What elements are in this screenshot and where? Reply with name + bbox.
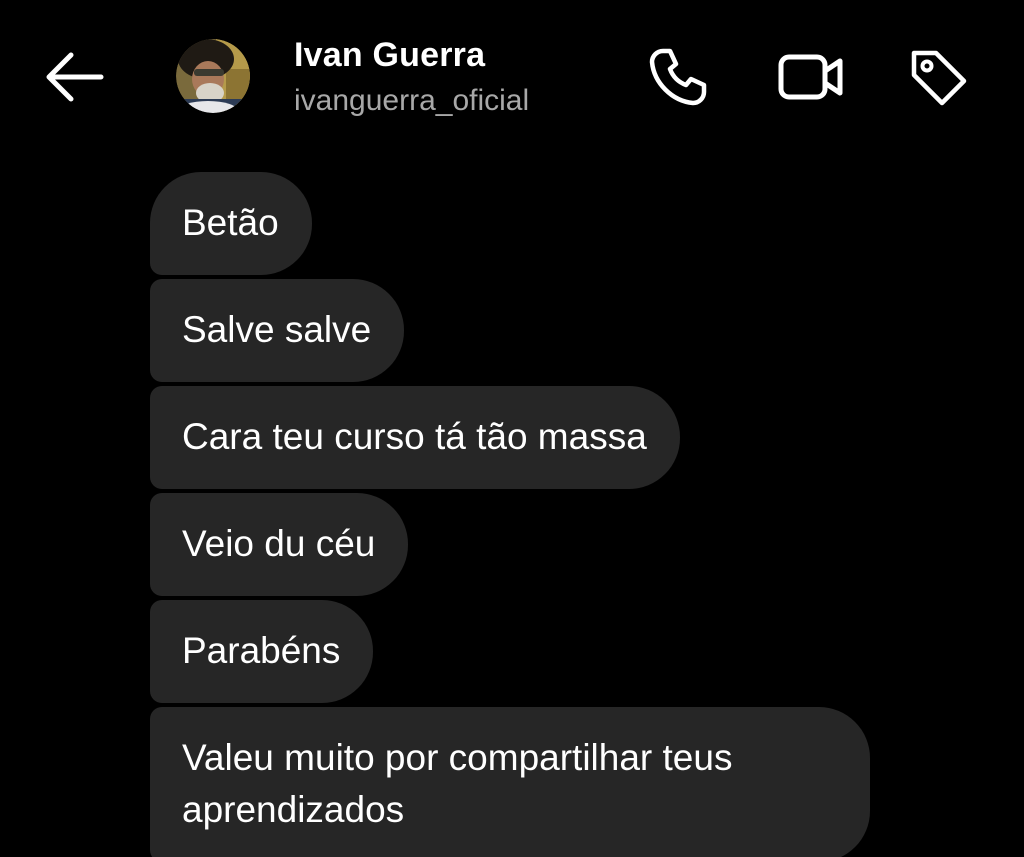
message-bubble[interactable]: Cara teu curso tá tão massa xyxy=(150,386,680,489)
message-bubble[interactable]: Betão xyxy=(150,172,312,275)
avatar[interactable] xyxy=(176,39,250,113)
message-bubble[interactable]: Parabéns xyxy=(150,600,374,703)
chat-screen: Ivan Guerra ivanguerra_oficial Betão Sal… xyxy=(0,0,1024,857)
tag-button[interactable] xyxy=(901,40,975,114)
tag-icon xyxy=(911,50,967,106)
arrow-left-icon xyxy=(46,52,104,102)
avatar-image xyxy=(176,39,250,113)
video-camera-icon xyxy=(778,54,843,100)
message-bubble[interactable]: Salve salve xyxy=(150,279,405,382)
message-bubble[interactable]: Veio du céu xyxy=(150,493,409,596)
audio-call-button[interactable] xyxy=(641,40,715,114)
contact-username[interactable]: ivanguerra_oficial xyxy=(294,84,529,118)
back-button[interactable] xyxy=(38,45,110,109)
video-call-button[interactable] xyxy=(774,40,848,114)
message-bubble[interactable]: Valeu muito por compartilhar teus aprend… xyxy=(150,707,870,857)
phone-icon xyxy=(649,48,707,106)
contact-name[interactable]: Ivan Guerra xyxy=(294,36,485,75)
message-list: Betão Salve salve Cara teu curso tá tão … xyxy=(150,172,990,857)
chat-header: Ivan Guerra ivanguerra_oficial xyxy=(0,0,1024,150)
